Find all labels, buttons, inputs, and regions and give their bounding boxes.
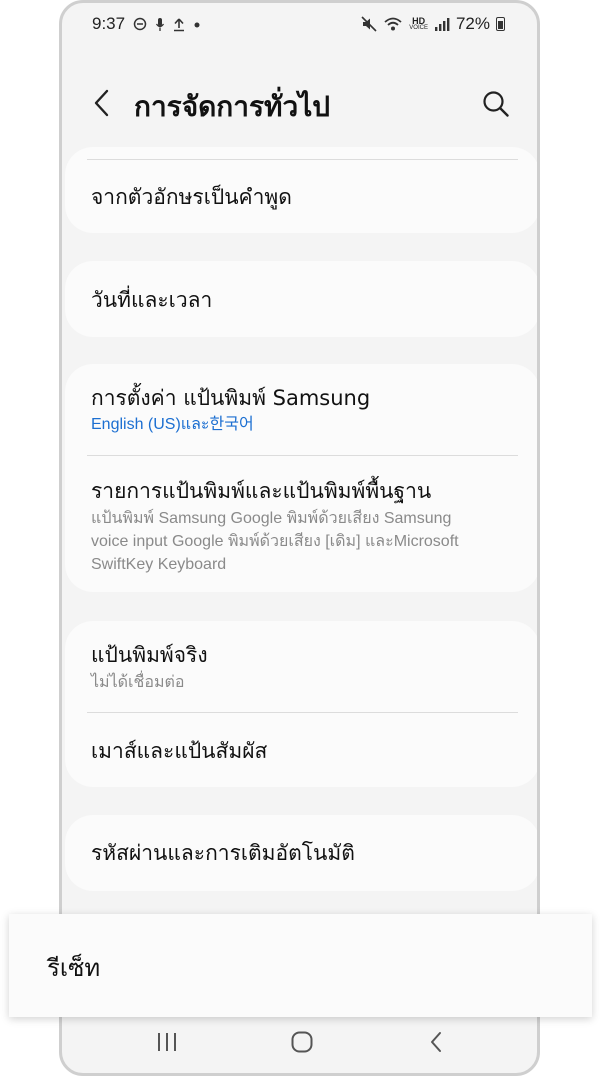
setting-samsung-keyboard-subtitle: English (US)และ한국어 — [91, 416, 254, 433]
setting-tts[interactable]: จากตัวอักษรเป็นคำพูด — [91, 183, 514, 211]
search-icon[interactable] — [481, 89, 511, 119]
setting-mouse-trackpad[interactable]: เมาส์และแป้นสัมผัส — [91, 737, 514, 765]
back-arrow-icon[interactable] — [90, 87, 114, 119]
battery-percent: 72% — [455, 14, 490, 33]
page-title: การจัดการทั่วไป — [134, 90, 331, 123]
subtitle-line: voice input Google พิมพ์ด้วยเสียง [เดิม]… — [91, 533, 459, 550]
setting-samsung-keyboard[interactable]: การตั้งค่า แป้นพิมพ์ Samsung English (US… — [91, 384, 514, 436]
do-not-disturb-icon — [133, 17, 147, 31]
status-time: 9:37 — [92, 14, 126, 33]
hd-voice-icon: HD VOICE — [409, 15, 428, 32]
divider — [87, 712, 518, 713]
setting-mouse-trackpad-title: เมาส์และแป้นสัมผัส — [91, 739, 268, 763]
setting-keyboard-list-subtitle: แป้นพิมพ์ Samsung Google พิมพ์ด้วยเสียง … — [91, 507, 514, 576]
app-header: การจัดการทั่วไป — [62, 73, 537, 133]
nav-back-icon[interactable] — [428, 1030, 444, 1054]
card-tts: จากตัวอักษรเป็นคำพูด — [65, 147, 537, 233]
home-icon[interactable] — [290, 1030, 314, 1054]
subtitle-line: SwiftKey Keyboard — [91, 556, 227, 573]
card-keyboards: การตั้งค่า แป้นพิมพ์ Samsung English (US… — [65, 364, 537, 592]
mic-icon — [156, 17, 165, 31]
signal-icon — [434, 17, 450, 31]
setting-date-time-title: วันที่และเวลา — [91, 288, 213, 312]
battery-icon — [496, 17, 505, 31]
recent-apps-icon[interactable] — [155, 1031, 179, 1053]
card-date-time: วันที่และเวลา — [65, 261, 537, 337]
wifi-icon — [384, 17, 402, 31]
setting-tts-title: จากตัวอักษรเป็นคำพูด — [91, 185, 292, 209]
navigation-bar — [62, 1015, 537, 1073]
divider — [87, 455, 518, 456]
card-passwords: รหัสผ่านและการเติมอัตโนมัติ — [65, 815, 537, 891]
status-bar: 9:37 HD VOICE 72% — [62, 3, 537, 45]
setting-passwords-autofill[interactable]: รหัสผ่านและการเติมอัตโนมัติ — [91, 839, 514, 867]
upload-icon — [174, 17, 185, 31]
status-right: HD VOICE 72% — [361, 14, 505, 34]
setting-samsung-keyboard-title: การตั้งค่า แป้นพิมพ์ Samsung — [91, 386, 371, 410]
reset-label: รีเซ็ท — [47, 954, 101, 982]
status-left: 9:37 — [92, 14, 201, 34]
setting-keyboard-list[interactable]: รายการแป้นพิมพ์และแป้นพิมพ์พื้นฐาน แป้นพ… — [91, 477, 514, 576]
dot-icon — [194, 22, 200, 28]
setting-date-time[interactable]: วันที่และเวลา — [91, 286, 514, 314]
setting-keyboard-list-title: รายการแป้นพิมพ์และแป้นพิมพ์พื้นฐาน — [91, 479, 432, 503]
hd-label: HD — [412, 15, 426, 26]
mute-icon — [361, 16, 377, 32]
setting-physical-keyboard-title: แป้นพิมพ์จริง — [91, 643, 208, 667]
setting-physical-keyboard[interactable]: แป้นพิมพ์จริง ไม่ได้เชื่อมต่อ — [91, 641, 514, 694]
reset-row[interactable]: รีเซ็ท — [9, 914, 592, 1017]
divider — [87, 159, 518, 160]
card-input-devices: แป้นพิมพ์จริง ไม่ได้เชื่อมต่อ เมาส์และแป… — [65, 621, 537, 787]
subtitle-line: แป้นพิมพ์ Samsung Google พิมพ์ด้วยเสียง … — [91, 510, 452, 527]
setting-physical-keyboard-subtitle: ไม่ได้เชื่อมต่อ — [91, 674, 185, 691]
setting-passwords-autofill-title: รหัสผ่านและการเติมอัตโนมัติ — [91, 841, 355, 865]
voice-label: VOICE — [409, 24, 428, 31]
